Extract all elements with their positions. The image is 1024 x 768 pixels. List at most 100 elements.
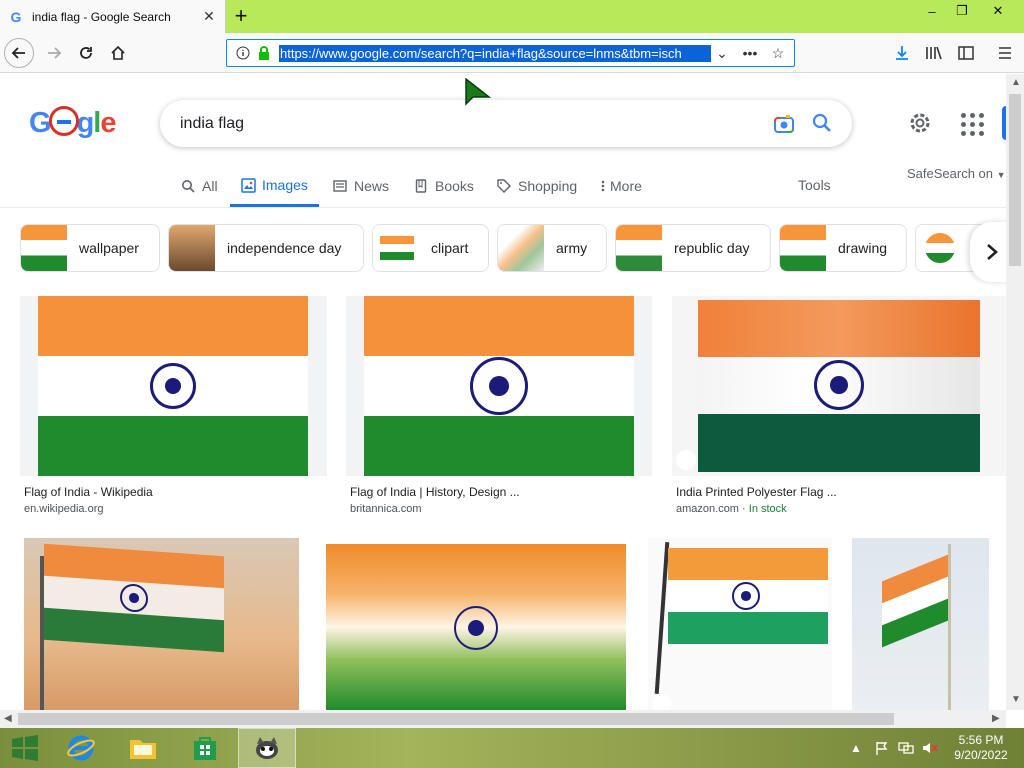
home-button[interactable]: [102, 37, 134, 69]
tag-icon: [676, 450, 696, 470]
tab-title: india flag - Google Search: [32, 9, 171, 24]
google-favicon-icon: G: [10, 8, 22, 25]
result-image[interactable]: [326, 544, 626, 710]
chip-thumbnail: [916, 225, 962, 271]
chip-clipart[interactable]: clipart: [372, 224, 489, 272]
result-title[interactable]: India Printed Polyester Flag ...: [676, 485, 837, 499]
result-image[interactable]: [852, 538, 989, 710]
tab-news[interactable]: News: [332, 166, 389, 206]
scrollbar-thumb[interactable]: [18, 713, 894, 725]
bookmark-star-icon[interactable]: ☆: [766, 42, 790, 64]
scrollbar-thumb[interactable]: [1009, 94, 1021, 266]
windows-store-icon[interactable]: [180, 728, 230, 768]
search-input[interactable]: [180, 112, 740, 136]
chip-republic-day[interactable]: republic day: [615, 224, 771, 272]
sidebar-icon[interactable]: [954, 41, 978, 65]
firefox-taskbar-icon[interactable]: [238, 728, 296, 768]
caret-down-icon: ▼: [996, 170, 1006, 180]
restore-button[interactable]: ❐: [944, 0, 980, 22]
register-to-vote-doodle-icon: [48, 106, 79, 136]
scroll-up-icon[interactable]: ▲: [1011, 77, 1021, 88]
volume-muted-icon[interactable]: [920, 728, 940, 768]
clock-date: 9/20/2022: [954, 748, 1008, 762]
new-tab-button[interactable]: +: [228, 3, 254, 29]
result-image[interactable]: [672, 296, 1006, 476]
tab-close-icon[interactable]: ✕: [199, 7, 219, 27]
tab-more[interactable]: More: [600, 166, 642, 206]
system-clock[interactable]: 5:56 PM 9/20/2022: [946, 733, 1016, 763]
windows-taskbar: ▲ 5:56 PM 9/20/2022: [0, 728, 1024, 768]
india-flag-image: [38, 296, 308, 476]
internet-explorer-icon[interactable]: [56, 728, 106, 768]
info-icon[interactable]: [231, 41, 255, 65]
chip-independence-day[interactable]: independence day: [168, 224, 364, 272]
search-tabs: All Images News Books Shopping More Tool…: [0, 166, 1006, 208]
reload-button[interactable]: [70, 37, 102, 69]
chip-thumbnail: [780, 225, 826, 271]
result-image[interactable]: [648, 538, 832, 710]
india-flag-image: [668, 548, 828, 644]
back-button[interactable]: [4, 38, 34, 68]
book-icon: [413, 178, 429, 194]
search-icon: [180, 178, 196, 194]
show-hidden-icons-icon[interactable]: ▲: [848, 728, 864, 768]
tag-icon: [496, 178, 512, 194]
result-title[interactable]: Flag of India - Wikipedia: [24, 485, 153, 499]
tab-shopping[interactable]: Shopping: [496, 166, 577, 206]
india-flag-image: [44, 543, 224, 653]
related-searches: wallpaper independence day clipart army …: [0, 224, 1006, 272]
chip-thumbnail: [373, 225, 419, 271]
url-bar[interactable]: https://www.google.com/search?q=india+fl…: [226, 39, 795, 67]
safesearch-button[interactable]: SafeSearch on ▼: [907, 166, 1006, 181]
mouse-cursor-icon: [465, 78, 491, 106]
network-icon[interactable]: [896, 728, 916, 768]
news-icon: [332, 178, 348, 194]
india-flag-image: [364, 296, 634, 476]
chip-thumbnail: [169, 225, 215, 271]
chip-army[interactable]: army: [497, 224, 607, 272]
forward-button[interactable]: [38, 37, 70, 69]
browser-tab[interactable]: G india flag - Google Search ✕: [0, 0, 226, 33]
tab-books[interactable]: Books: [413, 166, 474, 206]
india-flag-image: [698, 300, 980, 472]
result-image[interactable]: [20, 296, 327, 476]
action-center-flag-icon[interactable]: [872, 728, 892, 768]
horizontal-scrollbar[interactable]: ◀ ▶: [0, 710, 1006, 728]
chevron-down-icon[interactable]: ⌄: [710, 42, 734, 64]
scroll-down-icon[interactable]: ▼: [1011, 694, 1021, 705]
chip-thumbnail: [616, 225, 662, 271]
start-button[interactable]: [0, 728, 50, 768]
result-image[interactable]: [24, 538, 299, 710]
page-actions-icon[interactable]: •••: [738, 42, 762, 64]
in-stock-label: In stock: [748, 503, 787, 515]
clock-time: 5:56 PM: [958, 733, 1004, 747]
tag-icon: [652, 694, 672, 710]
more-vertical-icon: [600, 178, 606, 194]
vertical-scrollbar[interactable]: ▲ ▼: [1006, 74, 1024, 710]
result-source: britannica.com: [350, 503, 422, 515]
result-title[interactable]: Flag of India | History, Design ...: [350, 485, 520, 499]
close-window-button[interactable]: ✕: [980, 0, 1016, 22]
lock-icon: [255, 41, 273, 65]
tab-all[interactable]: All: [180, 166, 218, 206]
url-text[interactable]: https://www.google.com/search?q=india+fl…: [279, 44, 711, 62]
browser-titlebar: G india flag - Google Search ✕ + – ❐ ✕: [0, 0, 1024, 33]
settings-gear-icon[interactable]: [907, 110, 933, 136]
apps-grid-icon[interactable]: [959, 111, 984, 136]
google-logo[interactable]: Ggle: [29, 106, 116, 140]
camera-lens-icon[interactable]: [772, 112, 796, 136]
scroll-right-icon[interactable]: ▶: [992, 713, 1000, 724]
chip-drawing[interactable]: drawing: [779, 224, 907, 272]
tab-images[interactable]: Images: [230, 166, 319, 207]
search-icon[interactable]: [810, 111, 834, 135]
ashoka-chakra-icon: [454, 606, 498, 650]
result-source: amazon.com · In stock: [676, 503, 787, 515]
file-explorer-icon[interactable]: [118, 728, 168, 768]
hamburger-menu-icon[interactable]: [993, 41, 1017, 65]
library-icon[interactable]: [922, 41, 946, 65]
result-image[interactable]: [346, 296, 652, 476]
scroll-left-icon[interactable]: ◀: [4, 713, 12, 724]
chip-wallpaper[interactable]: wallpaper: [20, 224, 160, 272]
tools-button[interactable]: Tools: [798, 177, 831, 193]
download-icon[interactable]: [890, 41, 914, 65]
